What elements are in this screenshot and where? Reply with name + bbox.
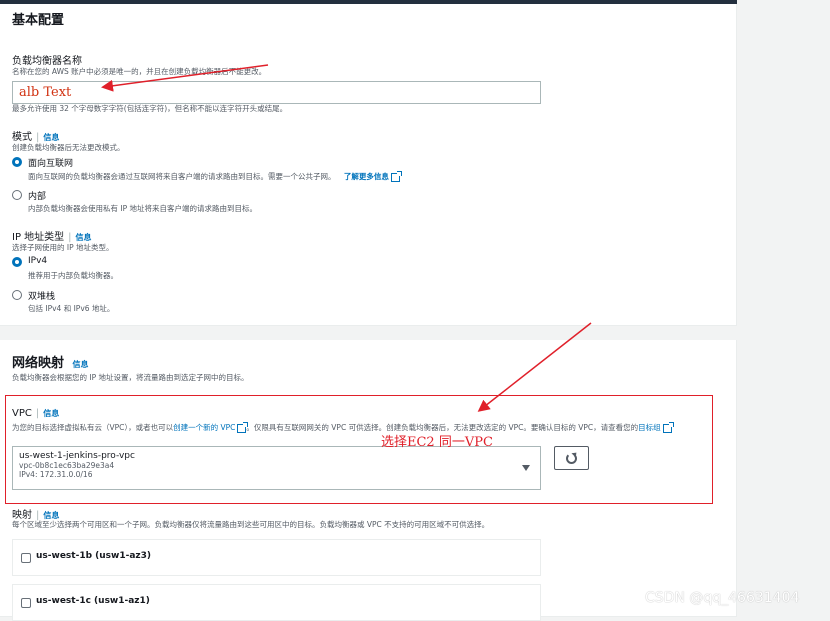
network-info-link[interactable]: 信息 — [73, 360, 89, 369]
scheme-label-row: 模式 | 信息 — [12, 132, 60, 143]
name-input[interactable]: alb Text — [12, 81, 541, 104]
ipv4-description: 推荐用于内部负载均衡器。 — [28, 271, 118, 280]
learn-more-link[interactable]: 了解更多信息 — [344, 172, 389, 181]
az-option[interactable]: us-west-1c (usw1-az1) — [12, 584, 541, 621]
network-title-row: 网络映射 信息 — [12, 352, 89, 371]
scheme-internet-description: 面向互联网的负载均衡器会通过互联网将来自客户端的请求路由到目标。需要一个公共子网… — [28, 172, 336, 181]
name-description: 名称在您的 AWS 账户中必须是唯一的，并且在创建负载均衡器后不能更改。 — [12, 67, 267, 76]
section-title-basic: 基本配置 — [12, 13, 65, 28]
az-label: us-west-1c (usw1-az1) — [36, 596, 150, 606]
dualstack-radio[interactable] — [12, 290, 22, 300]
ip-type-info-link[interactable]: 信息 — [76, 233, 92, 242]
scheme-internet-radio[interactable] — [12, 157, 22, 167]
mapping-description: 每个区域至少选择两个可用区和一个子网。负载均衡器仅将流量路由到这些可用区中的目标… — [12, 520, 490, 529]
network-description: 负载均衡器会根据您的 IP 地址设置，将流量路由到选定子网中的目标。 — [12, 373, 249, 382]
annotation-text: 选择EC2 同一VPC — [381, 435, 493, 450]
ipv4-label: IPv4 — [28, 256, 48, 266]
section-title-network: 网络映射 — [12, 356, 65, 371]
ip-type-label-row: IP 地址类型 | 信息 — [12, 232, 92, 243]
az-option[interactable]: us-west-1b (usw1-az3) — [12, 539, 541, 576]
name-hint: 最多允许使用 32 个字母数字字符(包括连字符)，但名称不能以连字符开头或结尾。 — [12, 104, 288, 113]
scheme-internal-description: 内部负载均衡器会使用私有 IP 地址将来自客户端的请求路由到目标。 — [28, 204, 258, 213]
scheme-internet-label: 面向互联网 — [28, 159, 74, 169]
scheme-info-link[interactable]: 信息 — [43, 133, 59, 142]
scheme-internal-radio[interactable] — [12, 190, 22, 200]
basic-config-panel: 基本配置 负载均衡器名称 名称在您的 AWS 账户中必须是唯一的，并且在创建负载… — [0, 4, 737, 326]
scheme-internet-desc-row: 面向互联网的负载均衡器会通过互联网将来自客户端的请求路由到目标。需要一个公共子网… — [28, 170, 402, 182]
page-background — [737, 0, 830, 617]
az-label: us-west-1b (usw1-az3) — [36, 551, 152, 561]
scheme-description: 创建负载均衡器后无法更改模式。 — [12, 143, 125, 152]
ip-type-description: 选择子网使用的 IP 地址类型。 — [12, 243, 114, 252]
name-label: 负载均衡器名称 — [12, 56, 82, 67]
dualstack-description: 包括 IPv4 和 IPv6 地址。 — [28, 304, 115, 313]
scheme-internal-label: 内部 — [28, 192, 47, 202]
az-checkbox[interactable] — [21, 598, 31, 608]
az-checkbox[interactable] — [21, 553, 31, 563]
ipv4-radio[interactable] — [12, 257, 22, 267]
dualstack-label: 双堆栈 — [28, 292, 56, 302]
external-link-icon — [390, 170, 402, 182]
watermark: CSDN @qq_46631404 — [645, 590, 800, 606]
annotation-highlight-box — [5, 395, 713, 504]
